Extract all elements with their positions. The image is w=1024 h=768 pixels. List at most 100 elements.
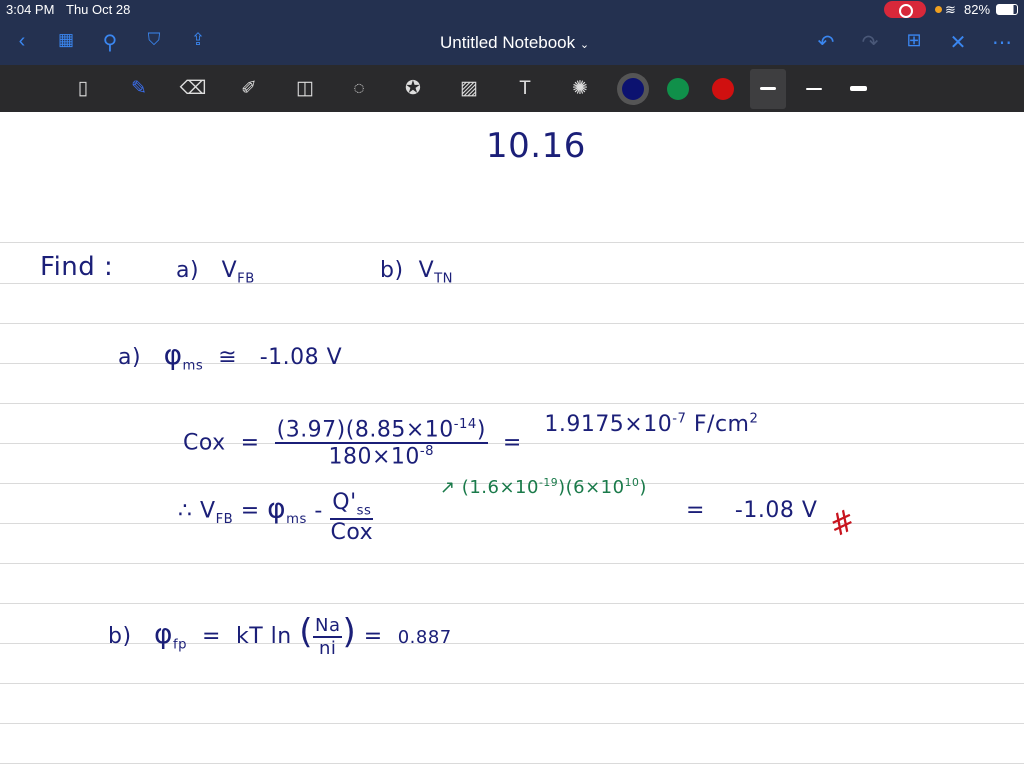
denominator: Cox xyxy=(330,520,374,546)
exp: -7 xyxy=(672,412,687,427)
t: 1.9175×10 xyxy=(544,412,673,438)
highlighter-icon[interactable]: ✐ xyxy=(234,74,264,104)
ruled-line xyxy=(0,242,1024,243)
back-icon[interactable]: ‹ xyxy=(9,30,35,53)
numerator: Q'ss xyxy=(330,490,374,521)
ruled-line xyxy=(0,323,1024,324)
vfb-line: ∴ VFB = φms - Q'ss Cox xyxy=(178,490,374,546)
sub: fp xyxy=(173,637,188,653)
find-label: Find : xyxy=(40,252,114,282)
lasso-icon[interactable]: ◌ xyxy=(344,74,374,104)
exp: 2 xyxy=(749,412,759,427)
shapes-icon[interactable]: ◫ xyxy=(290,74,320,104)
stroke-width-thick[interactable] xyxy=(850,86,867,91)
part-label: b) xyxy=(380,258,404,283)
color-green[interactable] xyxy=(667,78,689,100)
denominator: ni xyxy=(319,638,337,659)
exp: -19 xyxy=(538,476,559,489)
eraser-icon[interactable]: ⌫ xyxy=(178,74,208,104)
stroke-width-thin[interactable] xyxy=(806,88,822,90)
eq: = xyxy=(240,430,260,456)
t: ) xyxy=(639,477,647,498)
eq: = xyxy=(363,624,383,649)
t: (3.97)(8.85×10 xyxy=(276,417,454,443)
t: ↗ (1.6×10 xyxy=(440,477,539,498)
exp: -14 xyxy=(453,417,477,432)
ruled-line xyxy=(0,603,1024,604)
read-mode-icon[interactable]: ▯ xyxy=(68,74,98,104)
minus: - xyxy=(314,498,323,524)
t: kT ln xyxy=(235,624,292,649)
battery-icon xyxy=(996,4,1018,15)
t: )(6×10 xyxy=(558,477,625,498)
value: -1.08 V xyxy=(734,498,818,523)
share-icon[interactable]: ⇪ xyxy=(185,30,211,50)
elements-icon[interactable]: ✪ xyxy=(398,74,428,104)
close-icon[interactable]: ✕ xyxy=(945,30,971,55)
t: V xyxy=(200,498,216,524)
phi-fp-line: b) φfp = kT ln (Na ni) = 0.887 xyxy=(108,612,452,659)
ruled-line xyxy=(0,563,1024,564)
t: F/cm xyxy=(693,412,750,438)
exp: 10 xyxy=(624,476,640,489)
top-bar: 3:04 PM Thu Oct 28 ≋ 82% ‹ ▦ ⚲ ⛉ ⇪ Untit… xyxy=(0,0,1024,65)
add-page-icon[interactable]: ⊞ xyxy=(901,30,927,51)
var: V xyxy=(418,258,435,283)
chevron-down-icon: ⌄ xyxy=(579,39,590,51)
phi-ms-line: a) φms ≅ -1.08 V xyxy=(118,338,342,373)
more-icon[interactable]: ⋯ xyxy=(989,30,1015,55)
stroke-width-medium[interactable] xyxy=(760,87,776,90)
cox-line: Cox = (3.97)(8.85×10-14) 180×10-8 = 1.917… xyxy=(183,412,758,470)
var-sub: TN xyxy=(434,271,454,287)
ruled-line xyxy=(0,403,1024,404)
fraction: (3.97)(8.85×10-14) 180×10-8 xyxy=(274,417,488,470)
vfb-result: = -1.08 V xyxy=(686,498,817,523)
color-red[interactable] xyxy=(712,78,734,100)
var-sub: FB xyxy=(237,271,255,287)
fraction: Q'ss Cox xyxy=(330,490,374,546)
fraction: Na ni xyxy=(312,615,343,659)
text-icon[interactable]: T xyxy=(510,74,540,104)
ruled-line xyxy=(0,723,1024,724)
color-navy[interactable] xyxy=(622,78,644,100)
wifi-icon: ≋ xyxy=(945,2,956,17)
eq: = xyxy=(502,430,522,456)
approx: ≅ xyxy=(218,345,238,370)
var: V xyxy=(221,258,238,283)
search-icon[interactable]: ⚲ xyxy=(97,30,123,55)
ruled-line xyxy=(0,523,1024,524)
notebook-title[interactable]: Untitled Notebook ⌄ xyxy=(440,33,589,53)
undo-icon[interactable]: ↶ xyxy=(813,30,839,55)
ruled-line xyxy=(0,283,1024,284)
value: -1.08 V xyxy=(259,345,343,370)
problem-number: 10.16 xyxy=(486,126,586,166)
status-date: Thu Oct 28 xyxy=(66,2,131,17)
title-text: Untitled Notebook xyxy=(440,33,576,52)
grid-icon[interactable]: ▦ xyxy=(53,30,79,50)
numerator: Na xyxy=(312,615,343,638)
sub: ms xyxy=(182,358,204,374)
eq: = xyxy=(240,498,260,524)
ruled-line xyxy=(0,763,1024,764)
mic-indicator-icon xyxy=(935,6,942,13)
bookmark-icon[interactable]: ⛉ xyxy=(141,30,167,50)
redo-icon[interactable]: ↷ xyxy=(857,30,883,55)
numerator: (3.97)(8.85×10-14) xyxy=(274,417,488,445)
exp: -8 xyxy=(419,444,435,460)
t: ∴ xyxy=(178,498,193,524)
eq: = xyxy=(202,624,221,649)
denominator: 180×10-8 xyxy=(275,444,488,469)
pen-icon[interactable]: ✎ xyxy=(124,74,154,104)
part-label: a) xyxy=(118,345,142,370)
laser-pointer-icon[interactable]: ✺ xyxy=(565,74,595,104)
find-b: b) VTN xyxy=(380,258,453,286)
green-annotation: ↗ (1.6×10-19)(6×1010) xyxy=(440,476,647,498)
sub: ss xyxy=(356,503,372,519)
screen-recording-icon[interactable] xyxy=(884,1,926,18)
eq: = xyxy=(686,498,705,523)
image-icon[interactable]: ▨ xyxy=(454,74,484,104)
sub: ms xyxy=(286,511,307,527)
t: Q' xyxy=(332,490,357,515)
part-label: a) xyxy=(176,258,200,283)
find-a: a) VFB xyxy=(176,258,255,286)
